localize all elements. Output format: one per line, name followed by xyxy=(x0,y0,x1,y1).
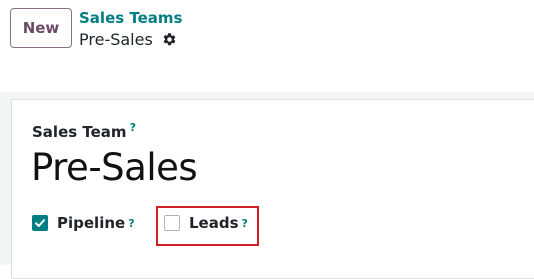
checkmark-icon xyxy=(35,219,45,227)
pipeline-option: Pipeline ? xyxy=(32,214,135,232)
pipeline-label[interactable]: Pipeline xyxy=(57,214,125,232)
breadcrumb-current: Pre-Sales xyxy=(79,30,177,49)
pipeline-help-tooltip[interactable]: ? xyxy=(128,217,134,230)
breadcrumb-sales-teams-link[interactable]: Sales Teams xyxy=(79,9,182,27)
sales-team-label-text: Sales Team xyxy=(32,123,127,141)
sales-team-name-input[interactable]: Pre-Sales xyxy=(31,146,198,189)
gear-icon[interactable] xyxy=(162,32,177,47)
breadcrumb-current-label: Pre-Sales xyxy=(79,30,153,49)
control-panel: New Sales Teams Pre-Sales xyxy=(0,0,534,92)
pipeline-checkbox[interactable] xyxy=(32,215,48,231)
sales-team-help-tooltip[interactable]: ? xyxy=(130,121,136,134)
leads-highlight-annotation xyxy=(156,206,259,246)
new-button[interactable]: New xyxy=(10,8,72,48)
sales-team-field-label: Sales Team? xyxy=(32,121,136,141)
